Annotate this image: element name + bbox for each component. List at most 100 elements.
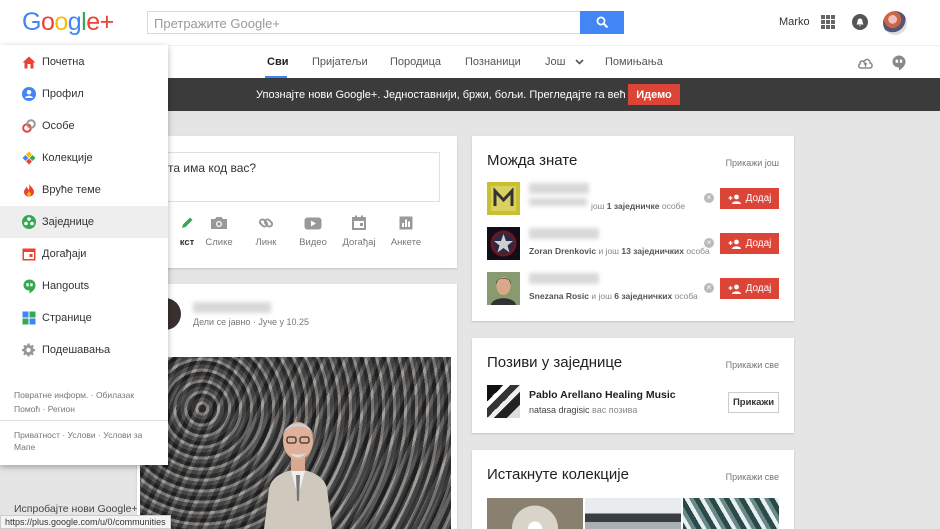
sidebar-item-hangouts[interactable]: Hangouts xyxy=(0,270,168,302)
suggestion-avatar[interactable] xyxy=(487,182,520,215)
pencil-icon xyxy=(182,217,193,228)
compose-link-action[interactable]: Линк xyxy=(241,214,291,248)
suggestions-card: Можда знате Прикажи још још 1 заједничке… xyxy=(472,136,794,321)
chevron-down-icon xyxy=(574,59,584,65)
add-button[interactable]: Додај xyxy=(720,188,779,209)
add-person-icon xyxy=(728,194,741,204)
suggestion-avatar[interactable] xyxy=(487,227,520,260)
sidebar-item-pages[interactable]: Странице xyxy=(0,302,168,334)
suggestions-title: Можда знате xyxy=(487,152,578,169)
promo-go-button[interactable]: Идемо xyxy=(628,84,680,105)
community-name[interactable]: Pablo Arellano Healing Music xyxy=(529,389,676,401)
video-icon xyxy=(304,217,322,229)
events-icon xyxy=(22,247,36,261)
post-photo[interactable] xyxy=(140,357,451,529)
search-input[interactable]: Претражите Google+ xyxy=(147,11,581,34)
profile-icon xyxy=(22,87,36,101)
footer-links-4[interactable]: Мапе xyxy=(14,440,164,454)
pages-icon xyxy=(22,311,36,325)
promo-text: Упознајте нови Google+. Једноставнији, б… xyxy=(256,89,662,101)
try-new-google-plus-link[interactable]: Испробајте нови Google+ xyxy=(14,503,138,515)
search-icon xyxy=(596,16,608,29)
suggestion-avatar[interactable] xyxy=(487,272,520,305)
people-icon xyxy=(22,119,36,133)
collection-thumbnail[interactable] xyxy=(487,498,583,529)
invite-sender: natasa dragisic вас позива xyxy=(529,405,638,415)
apps-grid-icon[interactable] xyxy=(821,15,835,29)
collections-show-all-link[interactable]: Прикажи све xyxy=(726,472,779,482)
notifications-bell-icon[interactable] xyxy=(852,14,868,30)
tab-mentions[interactable]: Помињања xyxy=(605,56,663,68)
collections-title: Истакнуте колекције xyxy=(487,466,629,483)
sidebar-item-home[interactable]: Почетна xyxy=(0,46,168,78)
add-button[interactable]: Додај xyxy=(720,278,779,299)
footer-links-2[interactable]: Помоћ · Регион xyxy=(14,402,164,416)
sidebar-item-people[interactable]: Особе xyxy=(0,110,168,142)
suggestion-mutual: Zoran Drenkovic и још 13 заједничких осо… xyxy=(529,246,710,256)
add-person-icon xyxy=(728,239,741,249)
communities-icon xyxy=(22,215,36,229)
footer-divider xyxy=(0,420,168,421)
compose-video-action[interactable]: Видео xyxy=(288,214,338,248)
tab-more[interactable]: Још xyxy=(545,56,584,68)
flame-icon xyxy=(22,183,36,197)
suggestion-mutual: Snezana Rosic и још 6 заједничких особа xyxy=(529,291,698,301)
community-thumbnail[interactable] xyxy=(487,385,520,418)
collection-thumbnail[interactable] xyxy=(585,498,681,529)
link-icon xyxy=(258,218,274,228)
collection-thumbnail[interactable] xyxy=(683,498,779,529)
gear-icon xyxy=(22,343,36,357)
post-card: Дели се јавно · Јуче у 10.25 xyxy=(137,284,457,529)
post-author-name-blurred[interactable] xyxy=(193,302,271,313)
home-icon xyxy=(22,55,36,69)
view-invite-button[interactable]: Прикажи xyxy=(728,392,779,413)
sidebar-item-communities[interactable]: Заједнице xyxy=(0,206,168,238)
tab-friends[interactable]: Пријатељи xyxy=(312,56,368,68)
community-invites-card: Позиви у заједнице Прикажи све Pablo Are… xyxy=(472,338,794,433)
user-name[interactable]: Marko xyxy=(779,16,810,28)
compose-card: та има код вас? кст Слике Линк Видео Дог… xyxy=(137,136,457,268)
sidebar-item-collections[interactable]: Колекције xyxy=(0,142,168,174)
suggestion-name-blurred[interactable] xyxy=(529,273,599,284)
user-avatar[interactable] xyxy=(883,11,907,35)
calendar-icon xyxy=(352,215,366,230)
compose-photos-action[interactable]: Слике xyxy=(194,214,244,248)
compose-poll-action[interactable]: Анкете xyxy=(381,214,431,248)
suggestion-name-blurred[interactable] xyxy=(529,228,599,239)
compose-event-action[interactable]: Догађај xyxy=(334,214,384,248)
search-button[interactable] xyxy=(580,11,624,34)
collections-icon xyxy=(22,151,36,165)
post-meta: Дели се јавно · Јуче у 10.25 xyxy=(193,317,310,327)
side-navigation: Почетна Профил Особе Колекције Вруће тем… xyxy=(0,45,168,465)
compose-input[interactable]: та има код вас? xyxy=(137,152,440,202)
status-bar-url: https://plus.google.com/u/0/communities xyxy=(0,515,171,529)
tab-acquaintances[interactable]: Познаници xyxy=(465,56,521,68)
suggestion-avatar-image xyxy=(487,272,520,305)
sidebar-item-hot-topics[interactable]: Вруће теме xyxy=(0,174,168,206)
invites-show-all-link[interactable]: Прикажи све xyxy=(726,360,779,370)
poll-icon xyxy=(399,216,413,230)
suggestion-name-blurred[interactable] xyxy=(529,183,589,194)
sidebar-item-events[interactable]: Догађаји xyxy=(0,238,168,270)
suggestions-show-more-link[interactable]: Прикажи још xyxy=(726,158,779,168)
add-button[interactable]: Додај xyxy=(720,233,779,254)
featured-collections-card: Истакнуте колекције Прикажи све xyxy=(472,450,794,529)
footer-links-1[interactable]: Повратне информ. · Обилазак xyxy=(14,388,164,402)
camera-icon xyxy=(211,217,227,229)
photo-subject xyxy=(264,422,332,529)
suggestion-avatar-image xyxy=(490,230,517,257)
google-plus-logo[interactable]: Google+ xyxy=(22,8,114,37)
top-bar: Google+ Претражите Google+ Marko xyxy=(0,0,940,45)
dismiss-icon[interactable]: × xyxy=(704,238,714,248)
sidebar-item-settings[interactable]: Подешавања xyxy=(0,334,168,366)
tab-family[interactable]: Породица xyxy=(390,56,441,68)
tab-all[interactable]: Сви xyxy=(267,56,288,68)
cloud-upload-icon[interactable] xyxy=(857,55,874,70)
invites-title: Позиви у заједнице xyxy=(487,354,623,371)
suggestion-mutual: још 1 заједничке особе xyxy=(591,201,686,211)
hangouts-icon[interactable] xyxy=(892,55,906,71)
dismiss-icon[interactable]: × xyxy=(704,193,714,203)
dismiss-icon[interactable]: × xyxy=(704,283,714,293)
hangouts-icon xyxy=(22,279,36,293)
sidebar-item-profile[interactable]: Профил xyxy=(0,78,168,110)
